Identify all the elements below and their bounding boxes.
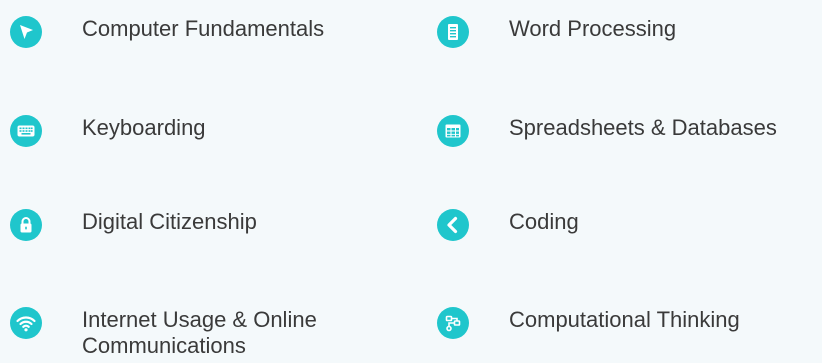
topic-label: Keyboarding — [82, 115, 206, 140]
topic-label: Computational Thinking — [509, 307, 740, 332]
topic-digital-citizenship[interactable]: Digital Citizenship — [10, 209, 257, 241]
topic-internet-usage[interactable]: Internet Usage & Online Communications — [10, 307, 382, 359]
topic-label: Spreadsheets & Databases — [509, 115, 777, 140]
topic-label: Coding — [509, 209, 579, 234]
topic-label: Digital Citizenship — [82, 209, 257, 234]
topic-word-processing[interactable]: Word Processing — [437, 16, 676, 48]
topic-keyboarding[interactable]: Keyboarding — [10, 115, 206, 147]
document-icon — [437, 16, 469, 48]
topic-computational-thinking[interactable]: Computational Thinking — [437, 307, 740, 339]
wifi-icon — [10, 307, 42, 339]
spreadsheet-grid-icon — [437, 115, 469, 147]
topic-grid: Computer Fundamentals Word Processing Ke… — [0, 0, 822, 363]
chevron-left-icon — [437, 209, 469, 241]
keyboard-icon — [10, 115, 42, 147]
flowchart-icon — [437, 307, 469, 339]
cursor-arrow-icon — [10, 16, 42, 48]
topic-label: Computer Fundamentals — [82, 16, 325, 41]
topic-spreadsheets-databases[interactable]: Spreadsheets & Databases — [437, 115, 777, 147]
topic-label: Internet Usage & Online Communications — [82, 307, 317, 358]
topic-label: Word Processing — [509, 16, 677, 41]
lock-icon — [10, 209, 42, 241]
topic-computer-fundamentals[interactable]: Computer Fundamentals — [10, 16, 324, 48]
topic-coding[interactable]: Coding — [437, 209, 579, 241]
